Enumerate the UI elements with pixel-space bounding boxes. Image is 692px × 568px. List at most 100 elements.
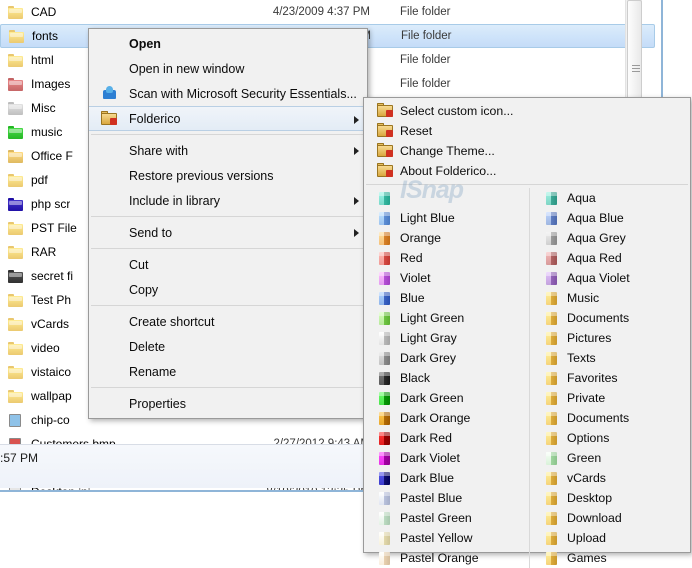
folderico-left-item-dark-orange[interactable]: Dark Orange	[364, 408, 527, 428]
folderico-command-about-folderico[interactable]: About Folderico...	[364, 161, 690, 181]
folder-grey-icon	[8, 101, 24, 115]
folderico-item-label: Black	[400, 371, 431, 385]
folderico-right-item-upload[interactable]: Upload	[531, 528, 692, 548]
folderico-right-item-desktop[interactable]: Desktop	[531, 488, 692, 508]
folderico-right-item-documents[interactable]: Documents	[531, 408, 692, 428]
menu-item-include-in-library[interactable]: Include in library	[89, 188, 367, 213]
mse-shield-icon	[101, 85, 118, 101]
folderico-left-item-light-green[interactable]: Light Green	[364, 308, 527, 328]
folderico-left-item-pastel-orange[interactable]: Pastel Orange	[364, 548, 527, 568]
menu-item-create-shortcut[interactable]: Create shortcut	[89, 309, 367, 334]
menu-item-label: Share with	[129, 143, 189, 158]
menu-item-delete[interactable]: Delete	[89, 334, 367, 359]
folderico-item-label: Aqua	[567, 191, 596, 205]
file-name-label: chip-co	[31, 413, 70, 427]
folderico-submenu[interactable]: Select custom icon... Reset Change Theme..…	[363, 97, 691, 568]
menu-item-label: Properties	[129, 396, 186, 411]
file-type-cell: File folder	[400, 78, 451, 90]
folder-icon	[8, 293, 24, 307]
folderico-icon	[377, 143, 393, 159]
folderico-right-item-private[interactable]: Private	[531, 388, 692, 408]
menu-item-copy[interactable]: Copy	[89, 277, 367, 302]
file-type-cell: File folder	[400, 6, 451, 18]
folderico-right-item-aqua[interactable]: Aqua	[531, 188, 692, 208]
menu-item-rename[interactable]: Rename	[89, 359, 367, 384]
folderico-item-label: Favorites	[567, 371, 618, 385]
folderico-item-label: Dark Red	[400, 431, 452, 445]
folder-icon	[9, 29, 25, 43]
context-menu[interactable]: Open Open in new window Scan with Microsof…	[88, 28, 368, 419]
folderico-item-label: vCards	[567, 471, 606, 485]
folderico-left-item-dark-grey[interactable]: Dark Grey	[364, 348, 527, 368]
folderico-left-item-pastel-yellow[interactable]: Pastel Yellow	[364, 528, 527, 548]
folderico-command-reset[interactable]: Reset	[364, 121, 690, 141]
file-name-label: wallpap	[31, 389, 72, 403]
folderico-item-label: Texts	[567, 351, 596, 365]
folderico-right-item-download[interactable]: Download	[531, 508, 692, 528]
folderico-item-label: Pastel Blue	[400, 491, 463, 505]
folderico-left-item-light-gray[interactable]: Light Gray	[364, 328, 527, 348]
folder-red-icon	[8, 77, 24, 91]
folderico-column-right[interactable]: Aqua Aqua Blue Aqua Grey Aqua Red Aqua Viole…	[529, 188, 692, 568]
folderico-left-item-blue[interactable]: Blue	[364, 288, 527, 308]
folderico-left-item-black[interactable]: Black	[364, 368, 527, 388]
folderico-right-item-texts[interactable]: Texts	[531, 348, 692, 368]
folderico-left-item-dark-red[interactable]: Dark Red	[364, 428, 527, 448]
folderico-command-list[interactable]: Select custom icon... Reset Change Theme..…	[364, 101, 690, 181]
folderico-right-item-vcards[interactable]: vCards	[531, 468, 692, 488]
folderico-right-item-aqua-blue[interactable]: Aqua Blue	[531, 208, 692, 228]
folderico-left-item-light-blue[interactable]: Light Blue	[364, 208, 527, 228]
menu-item-restore-previous-versions[interactable]: Restore previous versions	[89, 163, 367, 188]
menu-item-label: Copy	[129, 282, 159, 297]
file-row[interactable]: CAD 4/23/2009 4:37 PM File folder	[0, 0, 655, 24]
folderico-right-item-aqua-red[interactable]: Aqua Red	[531, 248, 692, 268]
folderico-right-item-aqua-grey[interactable]: Aqua Grey	[531, 228, 692, 248]
folderico-item-label: Orange	[400, 231, 442, 245]
folderico-left-item-dark-blue[interactable]: Dark Blue	[364, 468, 527, 488]
folderico-item-label: Aqua Grey	[567, 231, 626, 245]
folderico-right-item-aqua-violet[interactable]: Aqua Violet	[531, 268, 692, 288]
folderico-item-label: Dark Orange	[400, 411, 471, 425]
folder-icon	[8, 365, 24, 379]
folderico-item-label: Aqua Violet	[567, 271, 630, 285]
folderico-right-item-options[interactable]: Options	[531, 428, 692, 448]
folderico-item-label: Blue	[400, 291, 425, 305]
folderico-right-item-documents[interactable]: Documents	[531, 308, 692, 328]
file-name-label: vCards	[31, 317, 70, 331]
menu-item-send-to[interactable]: Send to	[89, 220, 367, 245]
folderico-left-item-orange[interactable]: Orange	[364, 228, 527, 248]
folderico-right-item-pictures[interactable]: Pictures	[531, 328, 692, 348]
folder-private-icon	[8, 149, 24, 163]
folderico-right-item-favorites[interactable]: Favorites	[531, 368, 692, 388]
folderico-left-item-pastel-green[interactable]: Pastel Green	[364, 508, 527, 528]
folderico-left-item-dark-violet[interactable]: Dark Violet	[364, 448, 527, 468]
file-name-cell: CAD	[8, 5, 233, 19]
chevron-right-icon	[354, 229, 359, 237]
menu-item-open[interactable]: Open	[89, 31, 367, 56]
folderico-right-item-music[interactable]: Music	[531, 288, 692, 308]
folderico-right-item-green[interactable]: Green	[531, 448, 692, 468]
folderico-left-item-dark-green[interactable]: Dark Green	[364, 388, 527, 408]
folderico-right-item-games[interactable]: Games	[531, 548, 692, 568]
folderico-left-item-red[interactable]: Red	[364, 248, 527, 268]
folderico-left-item-pastel-blue[interactable]: Pastel Blue	[364, 488, 527, 508]
menu-item-cut[interactable]: Cut	[89, 252, 367, 277]
menu-item-scan-with-microsoft-security-essentials[interactable]: Scan with Microsoft Security Essentials.…	[89, 81, 367, 106]
folder-icon	[8, 389, 24, 403]
folderico-left-item-violet[interactable]: Violet	[364, 268, 527, 288]
folderico-command-select-custom-icon[interactable]: Select custom icon...	[364, 101, 690, 121]
folderico-command-change-theme[interactable]: Change Theme...	[364, 141, 690, 161]
folderico-separator	[366, 184, 688, 185]
file-name-label: CAD	[31, 5, 57, 19]
folder-icon	[8, 341, 24, 355]
chevron-right-icon	[354, 147, 359, 155]
menu-item-share-with[interactable]: Share with	[89, 138, 367, 163]
folderico-column-left[interactable]: Light Blue Orange Red Violet Blue Light Green…	[364, 188, 527, 568]
menu-item-open-in-new-window[interactable]: Open in new window	[89, 56, 367, 81]
menu-item-folderico[interactable]: Folderico	[89, 106, 367, 131]
menu-item-label: Send to	[129, 225, 173, 240]
file-name-label: video	[31, 341, 60, 355]
folderico-left-item-aqua-top[interactable]	[364, 188, 527, 208]
folderico-item-label: Pictures	[567, 331, 612, 345]
menu-item-properties[interactable]: Properties	[89, 391, 367, 416]
